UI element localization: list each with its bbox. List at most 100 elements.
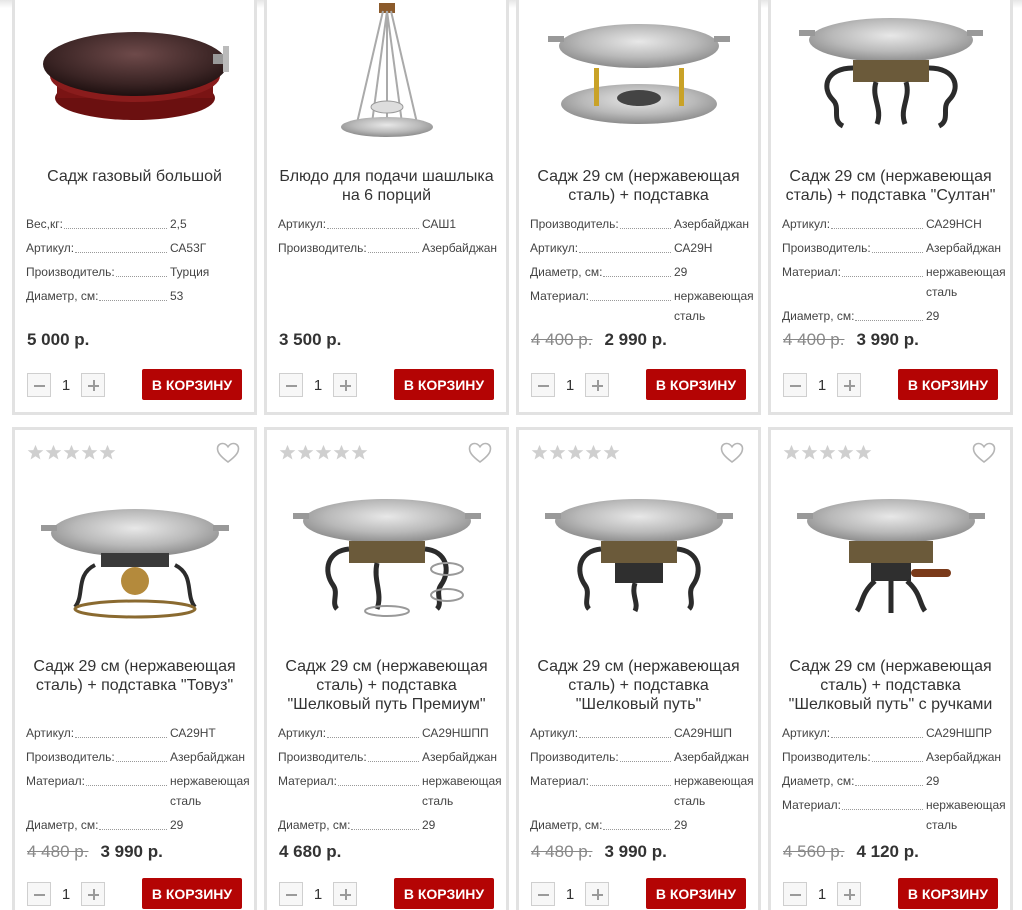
prop-row: Производитель: Азербайджан	[26, 748, 250, 767]
star-icon[interactable]	[333, 444, 350, 461]
prop-value: Азербайджан	[926, 241, 1002, 255]
minus-icon[interactable]	[279, 882, 303, 906]
prop-name: Диаметр, см:	[530, 265, 603, 279]
star-icon[interactable]	[549, 444, 566, 461]
minus-icon[interactable]	[531, 373, 555, 397]
prop-value: нержавеющая сталь	[674, 289, 754, 323]
star-icon[interactable]	[585, 444, 602, 461]
quantity-value[interactable]: 1	[555, 886, 585, 903]
heart-icon[interactable]	[972, 442, 996, 464]
quantity-value[interactable]: 1	[807, 886, 837, 903]
star-icon[interactable]	[855, 444, 872, 461]
star-icon[interactable]	[819, 444, 836, 461]
rating-stars[interactable]	[783, 444, 872, 461]
price: 4 480 р. 3 990 р.	[531, 842, 667, 862]
add-to-cart-button[interactable]: В КОРЗИНУ	[646, 878, 746, 909]
product-title[interactable]: Садж 29 см (нержавеющая сталь) + подстав…	[781, 167, 1000, 205]
price: 5 000 р.	[27, 330, 89, 350]
prop-row: Производитель: Азербайджан	[278, 748, 502, 767]
product-image[interactable]	[781, 3, 1000, 138]
product-image[interactable]	[781, 470, 1000, 640]
star-icon[interactable]	[297, 444, 314, 461]
plus-icon[interactable]	[81, 882, 105, 906]
prop-name: Артикул:	[530, 241, 579, 255]
add-to-cart-button[interactable]: В КОРЗИНУ	[142, 369, 242, 400]
star-icon[interactable]	[531, 444, 548, 461]
product-card: Садж 29 см (нержавеющая сталь) + подстав…	[768, 0, 1013, 415]
star-icon[interactable]	[63, 444, 80, 461]
product-title[interactable]: Блюдо для подачи шашлыка на 6 порций	[277, 167, 496, 205]
add-to-cart-button[interactable]: В КОРЗИНУ	[394, 369, 494, 400]
heart-icon[interactable]	[216, 442, 240, 464]
star-icon[interactable]	[783, 444, 800, 461]
prop-value: нержавеющая сталь	[926, 798, 1006, 832]
star-icon[interactable]	[567, 444, 584, 461]
quantity-value[interactable]: 1	[807, 377, 837, 394]
price: 3 500 р.	[279, 330, 341, 350]
star-icon[interactable]	[351, 444, 368, 461]
product-title[interactable]: Садж 29 см (нержавеющая сталь) + подстав…	[25, 657, 244, 695]
prop-name: Материал:	[278, 774, 337, 788]
quantity-stepper: 1	[27, 882, 105, 906]
product-title[interactable]: Садж 29 см (нержавеющая сталь) + подстав…	[277, 657, 496, 714]
prop-row: Артикул: СА29НСН	[782, 215, 1006, 234]
star-icon[interactable]	[99, 444, 116, 461]
plus-icon[interactable]	[585, 373, 609, 397]
quantity-value[interactable]: 1	[51, 886, 81, 903]
add-to-cart-button[interactable]: В КОРЗИНУ	[142, 878, 242, 909]
plus-icon[interactable]	[837, 882, 861, 906]
heart-icon[interactable]	[468, 442, 492, 464]
prop-value: 29	[926, 309, 940, 323]
prop-value: 29	[926, 774, 940, 788]
minus-icon[interactable]	[783, 882, 807, 906]
product-title[interactable]: Садж 29 см (нержавеющая сталь) + подстав…	[529, 657, 748, 714]
product-image[interactable]	[529, 3, 748, 138]
star-icon[interactable]	[801, 444, 818, 461]
quantity-value[interactable]: 1	[303, 377, 333, 394]
plus-icon[interactable]	[837, 373, 861, 397]
rating-stars[interactable]	[279, 444, 368, 461]
plus-icon[interactable]	[333, 373, 357, 397]
prop-name: Производитель:	[782, 750, 871, 764]
quantity-value[interactable]: 1	[555, 377, 585, 394]
product-props: Артикул: СА29НШП Производитель: Азербайджа…	[530, 724, 754, 840]
minus-icon[interactable]	[27, 373, 51, 397]
product-title[interactable]: Садж газовый большой	[25, 167, 244, 186]
plus-icon[interactable]	[333, 882, 357, 906]
product-image[interactable]	[277, 470, 496, 640]
product-image[interactable]	[277, 3, 496, 138]
add-to-cart-button[interactable]: В КОРЗИНУ	[898, 369, 998, 400]
quantity-value[interactable]: 1	[303, 886, 333, 903]
add-to-cart-button[interactable]: В КОРЗИНУ	[646, 369, 746, 400]
star-icon[interactable]	[315, 444, 332, 461]
product-card: Садж газовый большой Вес,кг: 2,5 Артикул:…	[12, 0, 257, 415]
plus-icon[interactable]	[585, 882, 609, 906]
star-icon[interactable]	[45, 444, 62, 461]
minus-icon[interactable]	[531, 882, 555, 906]
product-title[interactable]: Садж 29 см (нержавеющая сталь) + подстав…	[529, 167, 748, 205]
heart-icon[interactable]	[720, 442, 744, 464]
star-icon[interactable]	[603, 444, 620, 461]
rating-stars[interactable]	[531, 444, 620, 461]
prop-row: Материал: нержавеющая сталь	[782, 263, 1006, 302]
product-image[interactable]	[25, 470, 244, 640]
prop-name: Артикул:	[782, 217, 831, 231]
add-to-cart-button[interactable]: В КОРЗИНУ	[898, 878, 998, 909]
quantity-value[interactable]: 1	[51, 377, 81, 394]
star-icon[interactable]	[27, 444, 44, 461]
prop-row: Производитель: Азербайджан	[530, 215, 754, 234]
minus-icon[interactable]	[27, 882, 51, 906]
minus-icon[interactable]	[279, 373, 303, 397]
product-image[interactable]	[25, 3, 244, 138]
product-image[interactable]	[529, 470, 748, 640]
rating-stars[interactable]	[27, 444, 116, 461]
star-icon[interactable]	[837, 444, 854, 461]
minus-icon[interactable]	[783, 373, 807, 397]
prop-name: Артикул:	[278, 217, 327, 231]
product-title[interactable]: Садж 29 см (нержавеющая сталь) + подстав…	[781, 657, 1000, 714]
star-icon[interactable]	[81, 444, 98, 461]
add-to-cart-button[interactable]: В КОРЗИНУ	[394, 878, 494, 909]
prop-value: СА29НШП	[674, 726, 733, 740]
star-icon[interactable]	[279, 444, 296, 461]
plus-icon[interactable]	[81, 373, 105, 397]
